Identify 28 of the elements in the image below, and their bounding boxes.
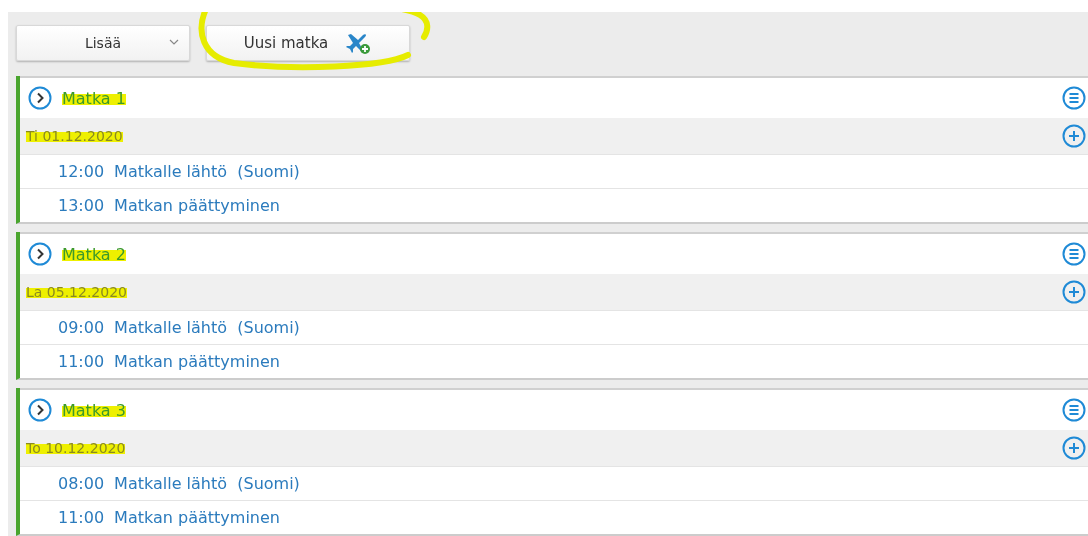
add-icon[interactable] xyxy=(1062,436,1086,460)
event-link[interactable]: Matkalle lähtö (Suomi) xyxy=(114,474,300,493)
menu-icon[interactable] xyxy=(1062,86,1086,110)
day-date: La 05.12.2020 xyxy=(26,284,127,300)
event-link[interactable]: Matkan päättyminen xyxy=(114,508,280,527)
event-time: 08:00 xyxy=(58,474,105,493)
expand-icon[interactable] xyxy=(28,242,52,266)
menu-icon[interactable] xyxy=(1062,398,1086,422)
event-link[interactable]: Matkalle lähtö (Suomi) xyxy=(114,318,300,337)
event-time: 13:00 xyxy=(58,196,105,215)
caret-icon xyxy=(169,39,179,45)
event-link[interactable]: Matkan päättyminen xyxy=(114,352,280,371)
event-link[interactable]: Matkan päättyminen xyxy=(114,196,280,215)
event-time: 11:00 xyxy=(58,508,105,527)
add-icon[interactable] xyxy=(1062,124,1086,148)
more-dropdown[interactable]: Lisää xyxy=(16,25,190,61)
add-icon[interactable] xyxy=(1062,280,1086,304)
menu-icon[interactable] xyxy=(1062,242,1086,266)
plane-add-icon xyxy=(346,31,373,55)
new-trip-button[interactable]: Uusi matka xyxy=(206,25,410,61)
expand-icon[interactable] xyxy=(28,86,52,110)
day-date: To 10.12.2020 xyxy=(26,440,126,456)
day-date: Ti 01.12.2020 xyxy=(26,128,123,144)
expand-icon[interactable] xyxy=(28,398,52,422)
event-time: 11:00 xyxy=(58,352,105,371)
event-time: 12:00 xyxy=(58,162,105,181)
event-link[interactable]: Matkalle lähtö (Suomi) xyxy=(114,162,300,181)
event-time: 09:00 xyxy=(58,318,105,337)
